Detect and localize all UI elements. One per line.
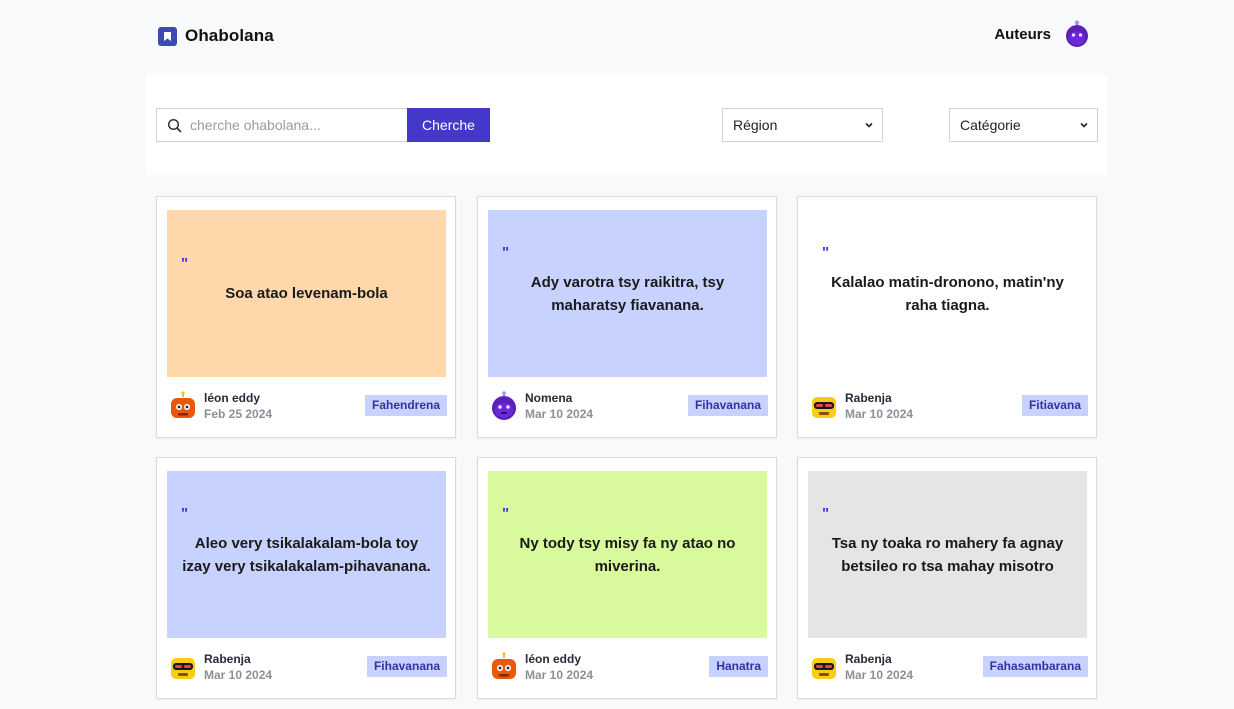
category-tag[interactable]: Fihavanana (366, 656, 447, 677)
quote-area: " Ny tody tsy misy fa ny atao no miverina… (488, 471, 767, 638)
card-footer: Nomena Mar 10 2024 Fihavanana (488, 385, 768, 425)
quote-mark-icon: " (822, 504, 830, 522)
app-name: Ohabolana (185, 26, 274, 45)
quote-area: " Tsa ny toaka ro mahery fa agnay betsile… (808, 471, 1087, 638)
quote-mark-icon: " (502, 243, 510, 261)
card-footer: léon eddy Mar 10 2024 Hanatra (488, 646, 768, 686)
proverb-card[interactable]: " Ady varotra tsy raikitra, tsy maharatsy… (477, 196, 777, 438)
category-tag[interactable]: Fitiavana (1021, 395, 1088, 416)
category-tag[interactable]: Fahendrena (364, 395, 447, 416)
red-robot-avatar (170, 391, 196, 419)
yellow-robot-avatar (171, 658, 195, 679)
card-footer: Rabenja Mar 10 2024 Fitiavana (808, 385, 1088, 425)
proverb-text: Ady varotra tsy raikitra, tsy maharatsy … (530, 273, 725, 314)
app-header: Ohabolana Auteurs (0, 0, 1234, 72)
yellow-robot-avatar (812, 397, 836, 418)
quote-mark-icon: " (502, 504, 510, 522)
author-name[interactable]: Nomena (525, 391, 572, 405)
category-select-label: Catégorie (960, 117, 1021, 133)
author-name[interactable]: léon eddy (525, 652, 581, 666)
search-group: Cherche (156, 108, 490, 142)
region-select[interactable]: Région (722, 108, 883, 142)
quote-mark-icon: " (181, 255, 189, 272)
chevron-down-icon (865, 122, 873, 128)
post-date: Feb 25 2024 (204, 407, 273, 421)
proverb-card[interactable]: " Ny tody tsy misy fa ny atao no miverina… (477, 457, 777, 699)
category-tag[interactable]: Fihavanana (687, 395, 768, 416)
quote-area: " Soa atao levenam-bola (167, 210, 446, 377)
proverb-card[interactable]: " Soa atao levenam-bola léon eddy Feb 25 20… (156, 196, 456, 438)
user-avatar[interactable] (1063, 20, 1091, 48)
chevron-down-icon (1080, 122, 1088, 128)
proverb-card[interactable]: " Tsa ny toaka ro mahery fa agnay betsile… (797, 457, 1097, 699)
card-footer: léon eddy Feb 25 2024 Fahendrena (167, 385, 447, 425)
post-date: Mar 10 2024 (845, 668, 914, 682)
post-date: Mar 10 2024 (204, 668, 273, 682)
region-select-label: Région (733, 117, 778, 133)
search-input[interactable] (190, 117, 400, 133)
author-name[interactable]: léon eddy (204, 391, 260, 405)
brand-logo[interactable]: Ohabolana (158, 26, 274, 46)
quote-area: " Aleo very tsikalakalam-bola toy izay ve… (167, 471, 446, 638)
post-date: Mar 10 2024 (845, 407, 914, 421)
search-button[interactable]: Cherche (407, 108, 490, 142)
author-name[interactable]: Rabenja (845, 391, 892, 405)
author-name[interactable]: Rabenja (845, 652, 892, 666)
author-name[interactable]: Rabenja (204, 652, 251, 666)
category-select[interactable]: Catégorie (949, 108, 1098, 142)
post-date: Mar 10 2024 (525, 668, 594, 682)
filter-toolbar: Cherche Région Catégorie (146, 75, 1107, 175)
purple-robot-avatar (491, 391, 517, 421)
proverb-text: Soa atao levenam-bola (225, 285, 388, 302)
card-footer: Rabenja Mar 10 2024 Fihavanana (167, 646, 447, 686)
proverb-card[interactable]: " Aleo very tsikalakalam-bola toy izay ve… (156, 457, 456, 699)
proverb-text: Ny tody tsy misy fa ny atao no miverina. (519, 534, 736, 575)
quote-area: " Kalalao matin-dronono, matin'ny raha ti… (808, 210, 1087, 377)
red-robot-avatar (491, 652, 517, 680)
category-tag[interactable]: Fahasambarana (982, 656, 1088, 677)
quote-mark-icon: " (181, 504, 189, 522)
post-date: Mar 10 2024 (525, 407, 594, 421)
proverb-text: Aleo very tsikalakalam-bola toy izay ver… (182, 534, 431, 575)
quote-area: " Ady varotra tsy raikitra, tsy maharatsy… (488, 210, 767, 377)
card-footer: Rabenja Mar 10 2024 Fahasambarana (808, 646, 1088, 686)
category-tag[interactable]: Hanatra (709, 656, 768, 677)
header-nav: Auteurs (994, 20, 1091, 48)
proverb-text: Kalalao matin-dronono, matin'ny raha tia… (831, 273, 1064, 314)
proverb-card[interactable]: " Kalalao matin-dronono, matin'ny raha ti… (797, 196, 1097, 438)
yellow-robot-avatar (812, 658, 836, 679)
authors-link[interactable]: Auteurs (994, 26, 1051, 43)
search-field[interactable] (156, 108, 407, 142)
bookmark-icon (158, 26, 177, 46)
proverb-text: Tsa ny toaka ro mahery fa agnay betsileo… (831, 534, 1064, 575)
quote-mark-icon: " (822, 243, 830, 261)
search-icon (167, 118, 182, 132)
